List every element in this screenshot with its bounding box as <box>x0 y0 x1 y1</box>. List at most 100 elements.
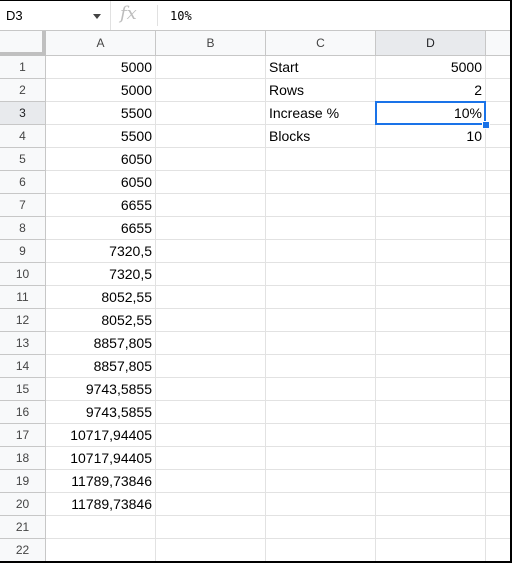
cell-d10[interactable] <box>376 263 486 286</box>
cell-c16[interactable] <box>266 401 376 424</box>
cell-a13[interactable]: 8857,805 <box>46 332 156 355</box>
row-header-11[interactable]: 11 <box>0 286 46 309</box>
cell-c2[interactable]: Rows <box>266 79 376 102</box>
row-header-19[interactable]: 19 <box>0 470 46 493</box>
cell-b13[interactable] <box>156 332 266 355</box>
cell-d9[interactable] <box>376 240 486 263</box>
cell-c7[interactable] <box>266 194 376 217</box>
cell-e13[interactable] <box>486 332 510 355</box>
cell-d17[interactable] <box>376 424 486 447</box>
row-header-7[interactable]: 7 <box>0 194 46 217</box>
cell-d12[interactable] <box>376 309 486 332</box>
cell-e18[interactable] <box>486 447 510 470</box>
column-header-e[interactable] <box>486 31 510 56</box>
cell-a6[interactable]: 6050 <box>46 171 156 194</box>
cell-b11[interactable] <box>156 286 266 309</box>
cell-a21[interactable] <box>46 516 156 539</box>
cell-b15[interactable] <box>156 378 266 401</box>
row-header-18[interactable]: 18 <box>0 447 46 470</box>
row-header-10[interactable]: 10 <box>0 263 46 286</box>
cell-d1[interactable]: 5000 <box>376 56 486 79</box>
cell-b17[interactable] <box>156 424 266 447</box>
cell-a8[interactable]: 6655 <box>46 217 156 240</box>
row-header-21[interactable]: 21 <box>0 516 46 539</box>
cell-a19[interactable]: 11789,73846 <box>46 470 156 493</box>
cell-e19[interactable] <box>486 470 510 493</box>
cell-b14[interactable] <box>156 355 266 378</box>
cell-d22[interactable] <box>376 539 486 561</box>
row-header-15[interactable]: 15 <box>0 378 46 401</box>
cell-c11[interactable] <box>266 286 376 309</box>
cell-b7[interactable] <box>156 194 266 217</box>
cell-b8[interactable] <box>156 217 266 240</box>
cell-c20[interactable] <box>266 493 376 516</box>
cell-b12[interactable] <box>156 309 266 332</box>
cell-a22[interactable] <box>46 539 156 561</box>
cell-a10[interactable]: 7320,5 <box>46 263 156 286</box>
row-header-20[interactable]: 20 <box>0 493 46 516</box>
cell-b5[interactable] <box>156 148 266 171</box>
row-header-3[interactable]: 3 <box>0 102 46 125</box>
cell-b4[interactable] <box>156 125 266 148</box>
name-box[interactable]: D3 <box>0 1 111 30</box>
cell-c4[interactable]: Blocks <box>266 125 376 148</box>
cell-e2[interactable] <box>486 79 510 102</box>
cell-a7[interactable]: 6655 <box>46 194 156 217</box>
cell-a11[interactable]: 8052,55 <box>46 286 156 309</box>
cell-e22[interactable] <box>486 539 510 561</box>
row-header-16[interactable]: 16 <box>0 401 46 424</box>
cell-b3[interactable] <box>156 102 266 125</box>
cell-e7[interactable] <box>486 194 510 217</box>
cell-e20[interactable] <box>486 493 510 516</box>
cell-b6[interactable] <box>156 171 266 194</box>
row-header-14[interactable]: 14 <box>0 355 46 378</box>
cell-d21[interactable] <box>376 516 486 539</box>
row-header-8[interactable]: 8 <box>0 217 46 240</box>
cell-c6[interactable] <box>266 171 376 194</box>
cell-a5[interactable]: 6050 <box>46 148 156 171</box>
chevron-down-icon[interactable] <box>93 14 101 19</box>
row-header-1[interactable]: 1 <box>0 56 46 79</box>
cell-d13[interactable] <box>376 332 486 355</box>
row-header-5[interactable]: 5 <box>0 148 46 171</box>
cell-c15[interactable] <box>266 378 376 401</box>
cell-c18[interactable] <box>266 447 376 470</box>
row-header-9[interactable]: 9 <box>0 240 46 263</box>
cell-d15[interactable] <box>376 378 486 401</box>
cell-e9[interactable] <box>486 240 510 263</box>
column-header-a[interactable]: A <box>46 31 156 56</box>
row-header-4[interactable]: 4 <box>0 125 46 148</box>
cell-c9[interactable] <box>266 240 376 263</box>
cell-b9[interactable] <box>156 240 266 263</box>
cell-c13[interactable] <box>266 332 376 355</box>
cell-d8[interactable] <box>376 217 486 240</box>
cell-c19[interactable] <box>266 470 376 493</box>
cell-a9[interactable]: 7320,5 <box>46 240 156 263</box>
cell-a2[interactable]: 5000 <box>46 79 156 102</box>
cell-c21[interactable] <box>266 516 376 539</box>
cell-d16[interactable] <box>376 401 486 424</box>
row-header-12[interactable]: 12 <box>0 309 46 332</box>
cell-c17[interactable] <box>266 424 376 447</box>
cell-d20[interactable] <box>376 493 486 516</box>
cell-a1[interactable]: 5000 <box>46 56 156 79</box>
select-all-corner[interactable] <box>0 31 46 56</box>
cell-d2[interactable]: 2 <box>376 79 486 102</box>
cell-b16[interactable] <box>156 401 266 424</box>
cell-e16[interactable] <box>486 401 510 424</box>
row-header-17[interactable]: 17 <box>0 424 46 447</box>
cell-d11[interactable] <box>376 286 486 309</box>
cell-b18[interactable] <box>156 447 266 470</box>
cell-c22[interactable] <box>266 539 376 561</box>
cell-b1[interactable] <box>156 56 266 79</box>
cell-e17[interactable] <box>486 424 510 447</box>
cell-b10[interactable] <box>156 263 266 286</box>
cell-a17[interactable]: 10717,94405 <box>46 424 156 447</box>
cell-e6[interactable] <box>486 171 510 194</box>
column-header-c[interactable]: C <box>266 31 376 56</box>
cell-b2[interactable] <box>156 79 266 102</box>
cell-d6[interactable] <box>376 171 486 194</box>
row-header-13[interactable]: 13 <box>0 332 46 355</box>
cell-c14[interactable] <box>266 355 376 378</box>
row-header-2[interactable]: 2 <box>0 79 46 102</box>
